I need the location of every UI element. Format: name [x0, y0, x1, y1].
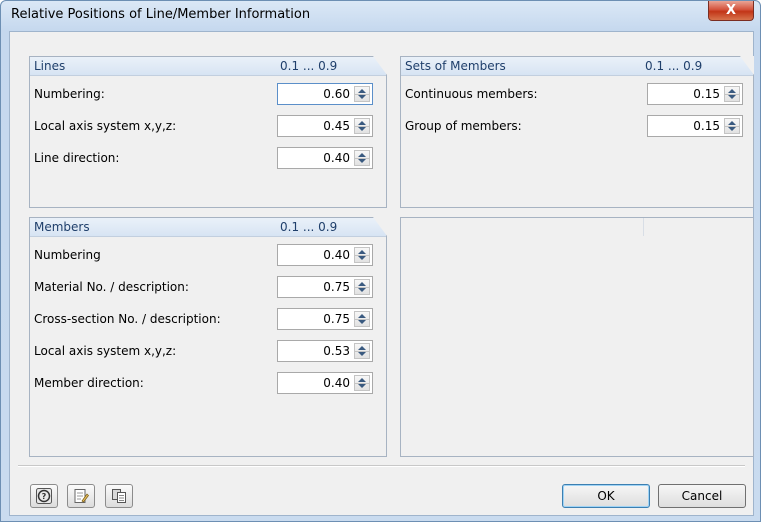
sets-group-spinner[interactable]: 0.15: [647, 115, 743, 137]
svg-text:?: ?: [42, 492, 47, 501]
copy-button[interactable]: [105, 484, 133, 508]
cancel-button-label: Cancel: [681, 489, 723, 503]
spinner-arrows-icon[interactable]: [354, 247, 370, 263]
lines-direction-value: 0.40: [323, 151, 350, 165]
members-direction-value: 0.40: [323, 376, 350, 390]
members-row-cross-section: Cross-section No. / description: 0.75: [34, 308, 380, 330]
members-cross-section-label: Cross-section No. / description:: [34, 312, 221, 326]
sets-group-value: 0.15: [693, 119, 720, 133]
cancel-button[interactable]: Cancel: [658, 484, 746, 508]
sets-group-title: Sets of Members: [405, 59, 506, 73]
spinner-arrows-icon[interactable]: [354, 343, 370, 359]
members-material-label: Material No. / description:: [34, 280, 189, 294]
members-local-axis-value: 0.53: [323, 344, 350, 358]
members-cross-section-value: 0.75: [323, 312, 350, 326]
dialog-client-area: Lines 0.1 ... 0.9 Numbering: 0.60 Local …: [9, 31, 754, 516]
ok-button-label: OK: [597, 489, 615, 503]
members-numbering-value: 0.40: [323, 248, 350, 262]
sets-continuous-value: 0.15: [693, 87, 720, 101]
sets-of-members-group: Sets of Members 0.1 ... 0.9 Continuous m…: [400, 56, 754, 208]
lines-numbering-spinner[interactable]: 0.60: [277, 83, 373, 105]
lines-row-direction: Line direction: 0.40: [34, 147, 380, 169]
help-button[interactable]: ?: [30, 484, 58, 508]
spinner-arrows-icon[interactable]: [354, 311, 370, 327]
sets-continuous-spinner[interactable]: 0.15: [647, 83, 743, 105]
members-row-numbering: Numbering 0.40: [34, 244, 380, 266]
dialog-window: Relative Positions of Line/Member Inform…: [0, 0, 761, 522]
lines-local-axis-label: Local axis system x,y,z:: [34, 119, 177, 133]
members-numbering-label: Numbering: [34, 248, 101, 262]
members-cross-section-spinner[interactable]: 0.75: [277, 308, 373, 330]
members-direction-label: Member direction:: [34, 376, 144, 390]
lines-group: Lines 0.1 ... 0.9 Numbering: 0.60 Local …: [29, 56, 387, 208]
lines-range-label: 0.1 ... 0.9: [280, 59, 338, 73]
ok-button[interactable]: OK: [562, 484, 650, 508]
members-group: Members 0.1 ... 0.9 Numbering 0.40 Mater…: [29, 217, 387, 457]
members-direction-spinner[interactable]: 0.40: [277, 372, 373, 394]
empty-panel-divider: [643, 218, 644, 236]
title-bar[interactable]: Relative Positions of Line/Member Inform…: [1, 1, 760, 31]
members-row-direction: Member direction: 0.40: [34, 372, 380, 394]
sets-group-label: Group of members:: [405, 119, 522, 133]
footer-separator: [18, 465, 745, 467]
sets-row-group: Group of members: 0.15: [405, 115, 747, 137]
lines-row-numbering: Numbering: 0.60: [34, 83, 380, 105]
members-group-title: Members: [34, 220, 90, 234]
lines-direction-label: Line direction:: [34, 151, 120, 165]
copy-icon: [112, 489, 126, 503]
spinner-arrows-icon[interactable]: [724, 118, 740, 134]
help-icon: ?: [36, 488, 52, 504]
dialog-title: Relative Positions of Line/Member Inform…: [11, 7, 311, 22]
members-numbering-spinner[interactable]: 0.40: [277, 244, 373, 266]
members-local-axis-spinner[interactable]: 0.53: [277, 340, 373, 362]
members-row-local-axis: Local axis system x,y,z: 0.53: [34, 340, 380, 362]
empty-panel: [400, 217, 754, 457]
edit-button[interactable]: [67, 484, 95, 508]
lines-group-title: Lines: [34, 59, 66, 73]
sets-group-header: Sets of Members 0.1 ... 0.9: [401, 56, 754, 76]
lines-numbering-label: Numbering:: [34, 87, 105, 101]
members-local-axis-label: Local axis system x,y,z:: [34, 344, 177, 358]
spinner-arrows-icon[interactable]: [354, 86, 370, 102]
sets-continuous-label: Continuous members:: [405, 87, 538, 101]
lines-direction-spinner[interactable]: 0.40: [277, 147, 373, 169]
members-material-spinner[interactable]: 0.75: [277, 276, 373, 298]
spinner-arrows-icon[interactable]: [354, 279, 370, 295]
lines-group-header: Lines 0.1 ... 0.9: [30, 56, 387, 76]
lines-local-axis-value: 0.45: [323, 119, 350, 133]
sets-row-continuous: Continuous members: 0.15: [405, 83, 747, 105]
close-button[interactable]: X: [708, 1, 754, 21]
members-range-label: 0.1 ... 0.9: [280, 220, 338, 234]
members-group-header: Members 0.1 ... 0.9: [30, 217, 387, 237]
spinner-arrows-icon[interactable]: [724, 86, 740, 102]
members-row-material: Material No. / description: 0.75: [34, 276, 380, 298]
lines-numbering-value: 0.60: [323, 87, 350, 101]
spinner-arrows-icon[interactable]: [354, 118, 370, 134]
sets-range-label: 0.1 ... 0.9: [645, 59, 703, 73]
lines-row-local-axis: Local axis system x,y,z: 0.45: [34, 115, 380, 137]
lines-local-axis-spinner[interactable]: 0.45: [277, 115, 373, 137]
spinner-arrows-icon[interactable]: [354, 375, 370, 391]
edit-icon: [74, 489, 89, 503]
members-material-value: 0.75: [323, 280, 350, 294]
spinner-arrows-icon[interactable]: [354, 150, 370, 166]
close-icon: X: [725, 3, 737, 18]
